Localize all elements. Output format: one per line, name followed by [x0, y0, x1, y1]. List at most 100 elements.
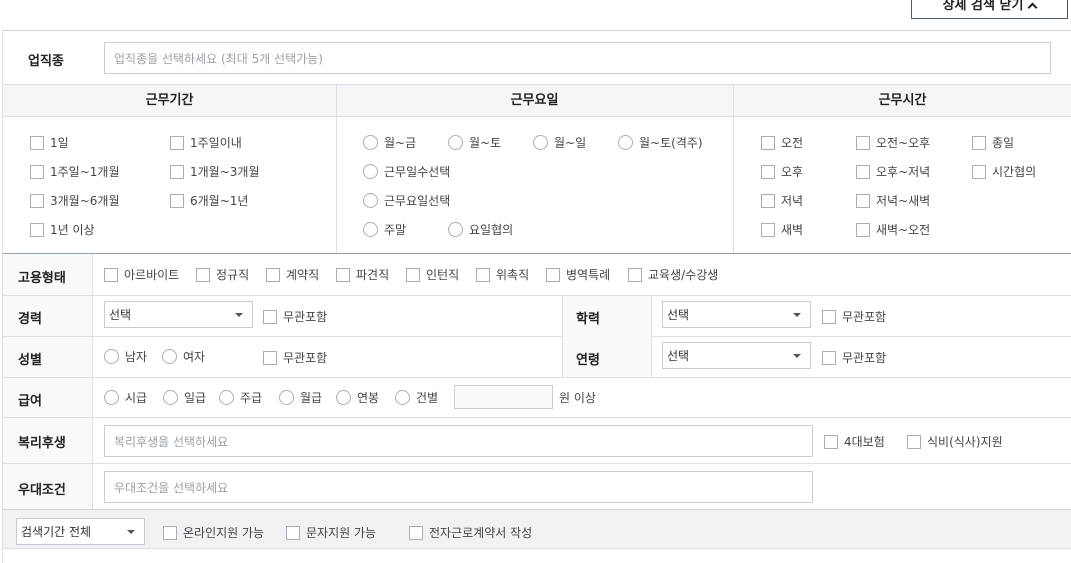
pay-option[interactable]: 시급: [104, 389, 147, 406]
checkbox[interactable]: [972, 135, 986, 150]
welfare-option[interactable]: 4대보험: [824, 433, 885, 450]
days-option[interactable]: 주말: [363, 221, 406, 238]
job-category-input[interactable]: 업직종을 선택하세요 (최대 5개 선택가능): [104, 42, 1051, 74]
checkbox[interactable]: [170, 193, 184, 208]
employment-option[interactable]: 정규직: [196, 266, 249, 283]
radio[interactable]: [336, 390, 351, 405]
days-option[interactable]: 월~일: [533, 134, 586, 151]
days-option[interactable]: 월~토: [448, 134, 501, 151]
age-select[interactable]: 선택: [662, 342, 811, 369]
checkbox[interactable]: [409, 525, 423, 540]
period-option[interactable]: 6개월~1년: [170, 192, 248, 209]
days-option[interactable]: 근무요일선택: [363, 192, 450, 209]
sms-apply-option[interactable]: 문자지원 가능: [286, 524, 376, 541]
checkbox[interactable]: [163, 525, 177, 540]
e-contract-option[interactable]: 전자근로계약서 작성: [409, 524, 532, 541]
time-option[interactable]: 종일: [972, 134, 1014, 151]
time-option[interactable]: 오후: [761, 163, 803, 180]
checkbox[interactable]: [761, 164, 775, 179]
checkbox[interactable]: [263, 350, 277, 365]
radio[interactable]: [363, 164, 378, 179]
gender-any-option[interactable]: 무관포함: [263, 349, 327, 366]
pay-amount-input[interactable]: [454, 385, 553, 409]
period-option[interactable]: 1개월~3개월: [170, 163, 260, 180]
checkbox[interactable]: [824, 434, 838, 449]
time-option[interactable]: 새벽~오전: [856, 221, 930, 238]
checkbox[interactable]: [30, 164, 44, 179]
employment-option[interactable]: 위촉직: [476, 266, 529, 283]
radio[interactable]: [363, 135, 378, 150]
checkbox[interactable]: [196, 267, 210, 282]
time-option[interactable]: 저녁~새벽: [856, 192, 930, 209]
time-option[interactable]: 저녁: [761, 192, 803, 209]
employment-option[interactable]: 교육생/수강생: [628, 266, 718, 283]
time-option[interactable]: 시간협의: [972, 163, 1036, 180]
checkbox[interactable]: [856, 222, 870, 237]
radio[interactable]: [279, 390, 294, 405]
checkbox[interactable]: [907, 434, 921, 449]
days-option[interactable]: 월~토(격주): [618, 134, 703, 151]
close-detail-search-button[interactable]: 상세 검색 닫기: [911, 0, 1068, 19]
checkbox[interactable]: [822, 350, 836, 365]
pay-option[interactable]: 주급: [219, 389, 262, 406]
radio[interactable]: [618, 135, 633, 150]
gender-option[interactable]: 여자: [162, 348, 205, 365]
employment-option[interactable]: 계약직: [266, 266, 319, 283]
checkbox[interactable]: [266, 267, 280, 282]
checkbox[interactable]: [761, 222, 775, 237]
checkbox[interactable]: [336, 267, 350, 282]
checkbox[interactable]: [856, 193, 870, 208]
career-any-option[interactable]: 무관포함: [263, 308, 327, 325]
online-apply-option[interactable]: 온라인지원 가능: [163, 524, 264, 541]
radio[interactable]: [363, 222, 378, 237]
days-option[interactable]: 월~금: [363, 134, 416, 151]
period-option[interactable]: 3개월~6개월: [30, 192, 120, 209]
checkbox[interactable]: [761, 135, 775, 150]
pay-option[interactable]: 연봉: [336, 389, 379, 406]
radio[interactable]: [104, 349, 119, 364]
period-option[interactable]: 1주일~1개월: [30, 163, 120, 180]
checkbox[interactable]: [822, 309, 836, 324]
checkbox[interactable]: [546, 267, 560, 282]
checkbox[interactable]: [406, 267, 420, 282]
period-option[interactable]: 1주일이내: [170, 134, 242, 151]
time-option[interactable]: 오후~저녁: [856, 163, 930, 180]
checkbox[interactable]: [170, 135, 184, 150]
checkbox[interactable]: [286, 525, 300, 540]
checkbox[interactable]: [628, 267, 642, 282]
welfare-input[interactable]: 복리후생을 선택하세요: [104, 425, 813, 457]
time-option[interactable]: 오전: [761, 134, 803, 151]
period-option[interactable]: 1년 이상: [30, 221, 95, 238]
radio[interactable]: [533, 135, 548, 150]
checkbox[interactable]: [104, 267, 118, 282]
pay-option[interactable]: 월급: [279, 389, 322, 406]
checkbox[interactable]: [30, 193, 44, 208]
radio[interactable]: [163, 390, 178, 405]
employment-option[interactable]: 병역특례: [546, 266, 610, 283]
checkbox[interactable]: [761, 193, 775, 208]
search-period-select[interactable]: 검색기간 전체: [16, 518, 145, 545]
gender-option[interactable]: 남자: [104, 348, 147, 365]
time-option[interactable]: 새벽: [761, 221, 803, 238]
time-option[interactable]: 오전~오후: [856, 134, 930, 151]
education-select[interactable]: 선택: [662, 301, 811, 328]
pay-option[interactable]: 일급: [163, 389, 206, 406]
radio[interactable]: [104, 390, 119, 405]
checkbox[interactable]: [30, 222, 44, 237]
welfare-option[interactable]: 식비(식사)지원: [907, 433, 1003, 450]
career-select[interactable]: 선택: [104, 301, 253, 328]
employment-option[interactable]: 인턴직: [406, 266, 459, 283]
radio[interactable]: [363, 193, 378, 208]
radio[interactable]: [162, 349, 177, 364]
checkbox[interactable]: [476, 267, 490, 282]
checkbox[interactable]: [263, 309, 277, 324]
checkbox[interactable]: [856, 164, 870, 179]
employment-option[interactable]: 아르바이트: [104, 266, 179, 283]
days-option[interactable]: 요일협의: [448, 221, 513, 238]
checkbox[interactable]: [856, 135, 870, 150]
period-option[interactable]: 1일: [30, 134, 69, 151]
checkbox[interactable]: [30, 135, 44, 150]
radio[interactable]: [448, 222, 463, 237]
days-option[interactable]: 근무일수선택: [363, 163, 450, 180]
employment-option[interactable]: 파견직: [336, 266, 389, 283]
